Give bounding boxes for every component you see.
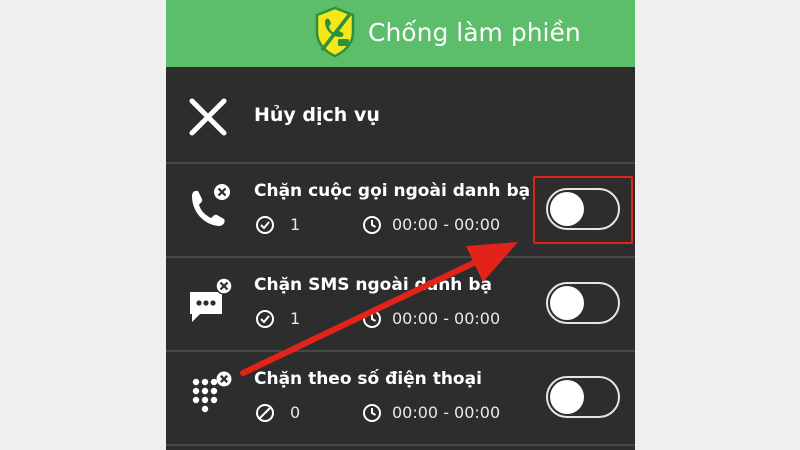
highlight-box: [533, 176, 633, 244]
setting-row-block-number: Chặn theo số điện thoại 0 00:00 - 00:00: [166, 352, 635, 442]
blocked-circle-icon: [256, 404, 274, 422]
time-range: 00:00 - 00:00: [392, 215, 501, 234]
setting-title: Chặn theo số điện thoại: [254, 369, 482, 389]
toggle-knob: [550, 286, 584, 320]
app-header: Chống làm phiền: [166, 0, 635, 67]
shield-phone-icon: [315, 6, 355, 58]
app-title: Chống làm phiền: [368, 18, 581, 47]
close-icon: [189, 98, 227, 136]
blocked-dialpad-icon: [192, 371, 232, 413]
blocked-call-icon: [192, 184, 230, 226]
time-range: 00:00 - 00:00: [392, 403, 501, 422]
clock-icon: [363, 216, 381, 234]
rule-count: 1: [290, 215, 301, 234]
toggle-block-number[interactable]: [546, 376, 620, 418]
cancel-service-label: Hủy dịch vụ: [254, 104, 380, 126]
rule-count: 1: [290, 309, 301, 328]
clock-icon: [363, 310, 381, 328]
check-circle-icon: [256, 216, 274, 234]
rule-count: 0: [290, 403, 301, 422]
setting-title: Chặn SMS ngoài danh bạ: [254, 275, 492, 295]
time-range: 00:00 - 00:00: [392, 309, 501, 328]
toggle-block-sms[interactable]: [546, 282, 620, 324]
toggle-knob: [550, 380, 584, 414]
clock-icon: [363, 404, 381, 422]
check-circle-icon: [256, 310, 274, 328]
cancel-service-row[interactable]: Hủy dịch vụ: [166, 70, 635, 162]
divider: [166, 444, 635, 446]
setting-title: Chặn cuộc gọi ngoài danh bạ: [254, 181, 531, 201]
setting-row-block-sms: Chặn SMS ngoài danh bạ 1 00:00 - 00:00: [166, 258, 635, 348]
blocked-sms-icon: [190, 277, 233, 322]
